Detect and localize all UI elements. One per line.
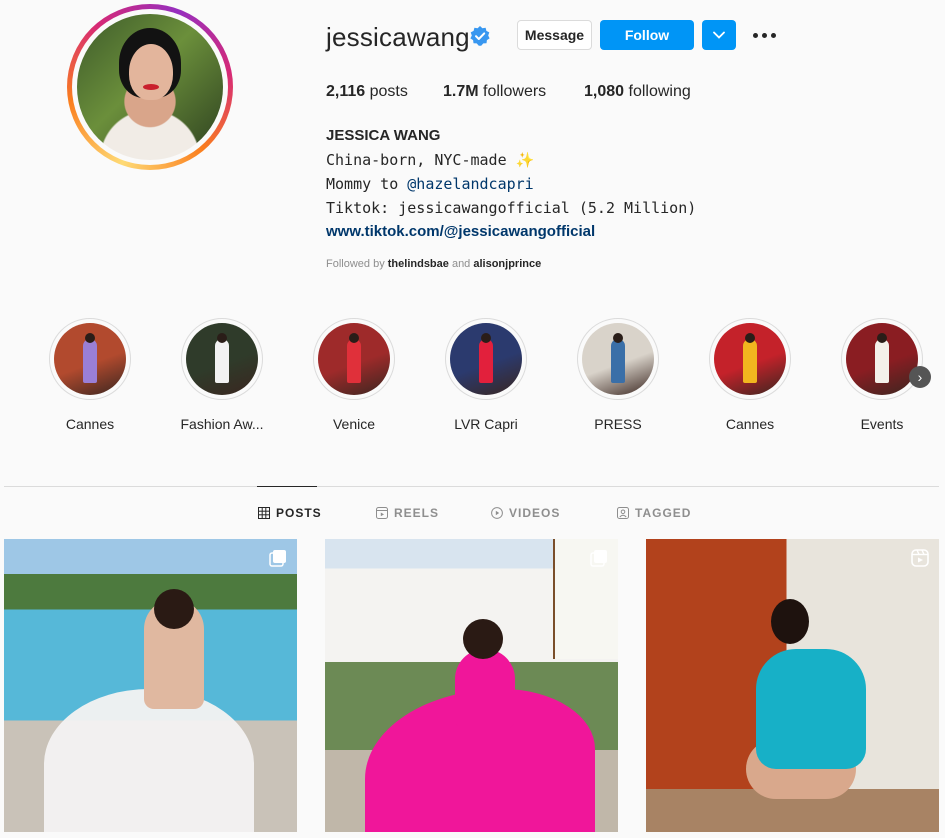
following-count-label: following <box>628 83 691 100</box>
highlight-cover-image <box>318 323 390 395</box>
followers-count-value: 1.7M <box>443 83 479 100</box>
highlight-figure-head <box>613 333 623 343</box>
mutual-follower-link[interactable]: thelindsbae <box>388 258 449 270</box>
highlight-figure <box>611 339 625 383</box>
highlight-figure-head <box>217 333 227 343</box>
highlight-cover-image <box>714 323 786 395</box>
chevron-down-icon <box>713 31 725 39</box>
followers-count-label: followers <box>483 83 547 100</box>
post-image-dress <box>44 689 254 832</box>
post-thumbnail[interactable] <box>325 539 618 832</box>
highlight-figure <box>875 339 889 383</box>
highlight-figure <box>83 339 97 383</box>
highlight-cover-image <box>846 323 918 395</box>
followed-by-text[interactable]: Followed by thelindsbae and alisonjprinc… <box>326 258 541 270</box>
message-button[interactable]: Message <box>517 20 592 50</box>
verified-badge-icon <box>470 26 490 46</box>
posts-count-value: 2,116 <box>326 83 366 100</box>
highlight-figure-head <box>745 333 755 343</box>
bio-external-link[interactable]: www.tiktok.com/@jessicawangofficial <box>326 223 595 240</box>
highlight-figure-head <box>349 333 359 343</box>
highlight-figure <box>215 339 229 383</box>
highlight-figure-head <box>481 333 491 343</box>
tab-label: TAGGED <box>635 506 692 520</box>
post-image-dress <box>756 649 866 769</box>
highlight-cover-image <box>582 323 654 395</box>
post-thumbnail[interactable] <box>646 539 939 832</box>
tab-label: POSTS <box>276 506 322 520</box>
highlight-figure-head <box>85 333 95 343</box>
profile-username: jessicawang <box>326 22 470 52</box>
highlight-label: LVR Capri <box>454 416 518 432</box>
following-count[interactable]: 1,080 following <box>584 83 691 101</box>
highlight-cover-ring <box>181 318 263 400</box>
highlight-cover-ring <box>313 318 395 400</box>
tab-label: VIDEOS <box>509 506 561 520</box>
profile-avatar-ring[interactable] <box>67 4 233 170</box>
followed-by-prefix: Followed by <box>326 258 388 270</box>
bio-line: China-born, NYC-made ✨ <box>326 151 535 169</box>
play-icon <box>491 507 503 519</box>
highlight-label: Fashion Aw... <box>180 416 264 432</box>
section-divider <box>4 486 939 487</box>
chevron-right-icon[interactable]: › <box>909 366 931 388</box>
reels-icon <box>376 507 388 519</box>
avatar <box>77 14 223 160</box>
highlight-label: Events <box>860 416 904 432</box>
highlight-cover-ring <box>577 318 659 400</box>
post-image-door <box>553 539 618 659</box>
avatar-face <box>129 44 173 100</box>
post-image-hair <box>154 589 194 629</box>
avatar-frame <box>72 9 228 165</box>
highlight-figure <box>479 339 493 383</box>
bio-line: Tiktok: jessicawangofficial (5.2 Million… <box>326 199 697 217</box>
post-image-hair <box>771 599 809 644</box>
mutual-follower-link[interactable]: alisonjprince <box>473 258 541 270</box>
tab-videos[interactable]: VIDEOS <box>491 506 560 520</box>
tab-label: REELS <box>394 506 440 520</box>
followers-count[interactable]: 1.7M followers <box>443 83 546 101</box>
highlight-cover-image <box>450 323 522 395</box>
highlight-cover-image <box>54 323 126 395</box>
profile-full-name: JESSICA WANG <box>326 127 441 144</box>
avatar-lips <box>143 84 159 90</box>
tagged-icon <box>617 507 629 519</box>
highlight-label: Cannes <box>725 416 775 432</box>
posts-count: 2,116 posts <box>326 83 408 101</box>
highlight-cover-ring <box>445 318 527 400</box>
tab-tagged[interactable]: TAGGED <box>617 506 691 520</box>
highlight-figure <box>347 339 361 383</box>
active-tab-indicator <box>257 486 317 487</box>
bio-text: Mommy to <box>326 175 408 193</box>
highlight-figure <box>743 339 757 383</box>
followed-by-conjunction: and <box>448 258 474 270</box>
highlight-figure-head <box>877 333 887 343</box>
tab-posts[interactable]: POSTS <box>258 506 322 520</box>
following-count-value: 1,080 <box>584 83 625 100</box>
highlight-cover-ring <box>49 318 131 400</box>
more-options-icon[interactable] <box>753 26 777 44</box>
post-thumbnail[interactable] <box>4 539 297 832</box>
highlight-label: Venice <box>332 416 376 432</box>
posts-count-label: posts <box>369 83 408 100</box>
bio-mention-link[interactable]: @hazelandcapri <box>407 175 533 193</box>
highlight-label: Cannes <box>65 416 115 432</box>
grid-icon <box>258 507 270 519</box>
highlight-cover-image <box>186 323 258 395</box>
suggested-dropdown-button[interactable] <box>702 20 736 50</box>
bio-line: Mommy to @hazelandcapri <box>326 175 534 193</box>
highlight-label: PRESS <box>594 416 642 432</box>
highlight-cover-ring <box>709 318 791 400</box>
carousel-icon <box>269 550 286 567</box>
tab-reels[interactable]: REELS <box>376 506 439 520</box>
post-image-figure <box>455 649 515 729</box>
follow-button[interactable]: Follow <box>600 20 694 50</box>
reel-icon <box>911 549 929 567</box>
post-image-hair <box>463 619 503 659</box>
carousel-icon <box>590 550 607 567</box>
highlight-cover-ring <box>841 318 923 400</box>
